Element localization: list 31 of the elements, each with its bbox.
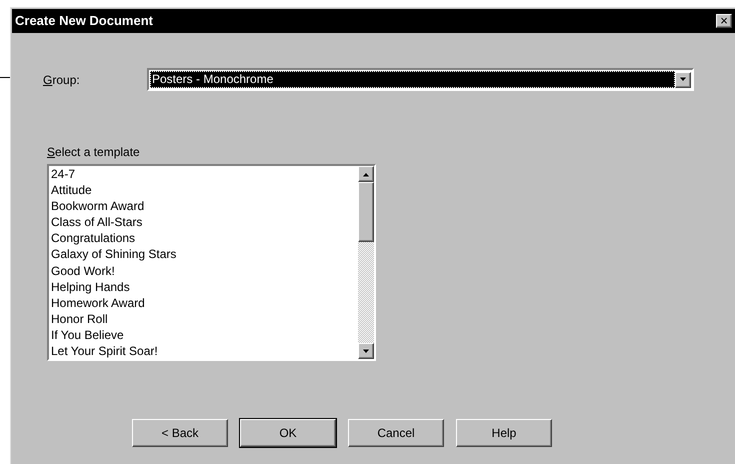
- up-arrow-icon: [362, 172, 370, 176]
- down-arrow-icon: [362, 348, 370, 354]
- template-item[interactable]: Honor Roll: [51, 310, 358, 327]
- scroll-down-button[interactable]: [358, 343, 374, 359]
- group-dropdown[interactable]: Posters - Monochrome: [147, 68, 694, 91]
- template-item[interactable]: Let Your Spirit Soar!: [51, 343, 358, 359]
- template-item[interactable]: If You Believe: [51, 326, 358, 344]
- dropdown-value: Posters - Monochrome: [150, 71, 675, 88]
- template-item[interactable]: Class of All-Stars: [51, 214, 358, 230]
- group-label: Group:: [43, 72, 81, 88]
- down-arrow-icon: [679, 77, 687, 82]
- template-item[interactable]: Good Work!: [51, 262, 358, 279]
- template-item[interactable]: Homework Award: [51, 294, 358, 311]
- scroll-thumb[interactable]: [358, 182, 374, 242]
- template-item[interactable]: Bookworm Award: [51, 198, 358, 214]
- template-item[interactable]: Attitude: [51, 182, 358, 198]
- template-item[interactable]: Galaxy of Shining Stars: [51, 246, 358, 263]
- template-list[interactable]: 24-7 Attitude Bookworm Award Class of All-Stars Congratulations Galaxy of Shining Stars Good Work! Helping Hands Homework Award Honor Roll If You Believe Let Your Spirit Soar!: [47, 164, 376, 361]
- dialog-button[interactable]: OK: [240, 419, 336, 447]
- scroll-up-button[interactable]: [358, 166, 374, 182]
- dialog-button[interactable]: < Back: [132, 419, 228, 447]
- dropdown-arrow-button[interactable]: [675, 72, 691, 88]
- template-item[interactable]: Congratulations: [51, 230, 358, 246]
- dialog-button[interactable]: Cancel: [348, 419, 444, 447]
- template-item[interactable]: 24-7: [51, 166, 358, 182]
- template-label: Select a template: [47, 144, 141, 161]
- template-item[interactable]: Helping Hands: [51, 278, 358, 295]
- dialog-button[interactable]: Help: [456, 419, 552, 447]
- close-button[interactable]: ×: [716, 14, 732, 28]
- scrollbar[interactable]: [358, 166, 374, 359]
- window-title: Create New Document: [15, 12, 153, 30]
